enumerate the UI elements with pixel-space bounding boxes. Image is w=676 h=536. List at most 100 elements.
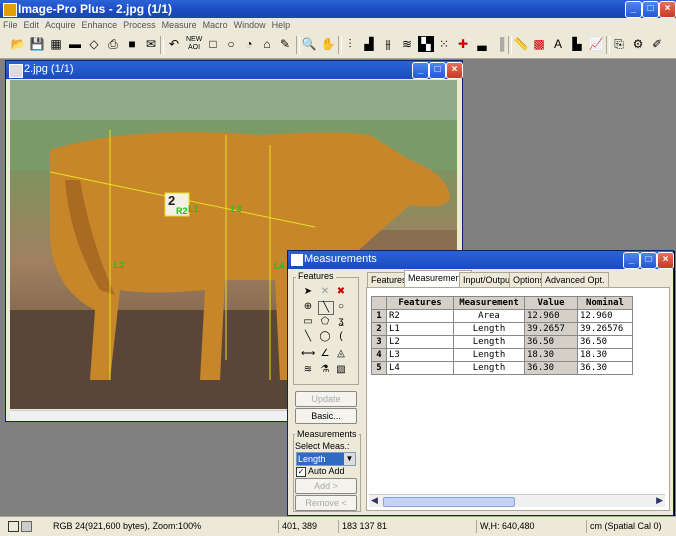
meas-minimize-button[interactable]: _ <box>623 252 640 269</box>
image-minimize-button[interactable]: _ <box>412 62 429 79</box>
undo-icon[interactable]: ↶ <box>166 36 182 52</box>
table-row[interactable]: 1 R2 Area 12.960 12.960 <box>371 309 633 323</box>
color-icon[interactable]: ▩ <box>531 36 547 52</box>
toolbar-separator <box>508 36 512 54</box>
auto-add-checkbox[interactable]: ✓ <box>296 467 306 477</box>
maximize-button[interactable]: □ <box>642 1 659 18</box>
meas-close-button[interactable]: × <box>657 252 674 269</box>
rectangle-icon[interactable]: □ <box>205 36 221 52</box>
feature-cell: R2 <box>386 309 454 323</box>
column-header[interactable]: Nominal <box>577 296 633 310</box>
chart-icon[interactable]: ▙ <box>569 36 585 52</box>
ellipse-icon[interactable]: ○ <box>223 36 239 52</box>
polygon-icon[interactable]: ⌂ <box>259 36 275 52</box>
nominal-cell: 36.50 <box>577 335 633 349</box>
menu-enhance[interactable]: Enhance <box>79 18 121 32</box>
line-icon[interactable]: ╲ <box>318 301 334 315</box>
open-icon[interactable]: 📂 <box>10 36 26 52</box>
scroll-thumb[interactable] <box>383 497 515 507</box>
clear-features-icon[interactable]: ✖ <box>334 286 348 298</box>
macro-icon[interactable]: ⚙ <box>630 36 646 52</box>
tab-input-output[interactable]: Input/Output <box>459 272 517 288</box>
delete-feature-icon[interactable]: ✕ <box>318 286 332 298</box>
irregular-icon[interactable]: ◔ <box>241 36 257 52</box>
grid-icon[interactable]: ▦ <box>48 36 64 52</box>
value-cell: 18.30 <box>524 348 578 362</box>
nominal-cell: 39.26576 <box>577 322 633 336</box>
minimize-button[interactable]: _ <box>625 1 642 18</box>
export-icon[interactable]: ⎘ <box>611 36 627 52</box>
table-row[interactable]: 4 L3 Length 18.30 18.30 <box>371 348 633 362</box>
chevron-down-icon[interactable]: ▼ <box>344 453 355 465</box>
value-cell: 36.50 <box>524 335 578 349</box>
histogram-icon[interactable]: ▟ <box>361 36 377 52</box>
column-header[interactable]: Measurement <box>453 296 525 310</box>
eraser-icon[interactable]: ◇ <box>86 36 102 52</box>
menu-window[interactable]: Window <box>231 18 269 32</box>
table-row[interactable]: 2 L1 Length 39.2657 39.26576 <box>371 322 633 336</box>
column-header[interactable]: Features <box>386 296 454 310</box>
zoom-icon[interactable]: 🔍 <box>301 36 317 52</box>
auto-trace-icon[interactable]: ≋ <box>301 364 315 376</box>
save-icon[interactable]: 💾 <box>29 36 45 52</box>
levels-icon[interactable]: ⫶ <box>342 36 358 52</box>
arc-icon[interactable]: ( <box>334 331 348 343</box>
basic-button[interactable]: Basic... <box>295 408 357 424</box>
add-button[interactable]: Add > <box>295 478 357 494</box>
table-row[interactable]: 3 L2 Length 36.50 36.50 <box>371 335 633 349</box>
pencil-icon[interactable]: ✎ <box>277 36 293 52</box>
table-hscrollbar[interactable]: ◀ ▶ <box>369 494 665 507</box>
close-button[interactable]: × <box>659 1 676 18</box>
book-icon[interactable]: ■ <box>124 36 140 52</box>
remove-button[interactable]: Remove < <box>295 495 357 511</box>
image-close-button[interactable]: × <box>446 62 463 79</box>
row-number: 4 <box>371 348 387 362</box>
select-meas-dropdown[interactable]: Length ▼ <box>296 452 356 466</box>
graph-icon[interactable]: 📈 <box>588 36 604 52</box>
angle-icon[interactable]: ∠ <box>318 348 332 360</box>
point-icon[interactable]: ⊕ <box>301 301 315 313</box>
freehand-icon[interactable]: ʓ <box>334 316 348 328</box>
rect-tool-icon[interactable]: ▭ <box>301 316 315 328</box>
dots-grid-icon[interactable]: ⁙ <box>436 36 452 52</box>
menu-macro[interactable]: Macro <box>200 18 231 32</box>
camera-icon[interactable]: ▬ <box>67 36 83 52</box>
menu-file[interactable]: File <box>0 18 21 32</box>
layers-icon[interactable]: ≋ <box>399 36 415 52</box>
new-aoi-icon[interactable]: NEW AOI <box>186 36 202 52</box>
wand-icon[interactable]: ⚗ <box>318 364 332 376</box>
sliders-icon[interactable]: ⫵ <box>380 36 396 52</box>
select-arrow-icon[interactable]: ➤ <box>301 286 315 298</box>
image-maximize-button[interactable]: □ <box>429 62 446 79</box>
mail-icon[interactable]: ✉ <box>143 36 159 52</box>
area-icon[interactable]: ◬ <box>334 348 348 360</box>
circle-icon[interactable]: ○ <box>334 301 348 313</box>
scroll-left-icon[interactable]: ◀ <box>371 495 378 506</box>
polygon-tool-icon[interactable]: ⬠ <box>318 316 332 328</box>
app-titlebar: Image-Pro Plus - 2.jpg (1/1) _ □ × <box>0 0 676 18</box>
update-button[interactable]: Update <box>295 391 357 407</box>
ellipse-tool-icon[interactable]: ◯ <box>318 331 332 343</box>
menu-acquire[interactable]: Acquire <box>42 18 79 32</box>
contrast-icon[interactable]: ▚ <box>418 36 434 52</box>
meas-maximize-button[interactable]: □ <box>640 252 657 269</box>
menu-measure[interactable]: Measure <box>159 18 200 32</box>
menu-edit[interactable]: Edit <box>21 18 43 32</box>
tab-advanced-options[interactable]: Advanced Opt. <box>541 272 609 288</box>
nominal-cell: 36.30 <box>577 361 633 375</box>
diagonal-icon[interactable]: ╲ <box>301 331 315 343</box>
highlight-icon[interactable]: ✐ <box>649 36 665 52</box>
menu-help[interactable]: Help <box>269 18 294 32</box>
bar-icon[interactable]: ▃ <box>474 36 490 52</box>
scroll-right-icon[interactable]: ▶ <box>656 495 663 506</box>
column-header[interactable]: Value <box>524 296 578 310</box>
print-icon[interactable]: ⎙ <box>105 36 121 52</box>
menu-process[interactable]: Process <box>120 18 159 32</box>
ruler-icon[interactable]: 📏 <box>513 36 529 52</box>
pattern-icon[interactable]: ▧ <box>334 364 348 376</box>
hand-icon[interactable]: ✋ <box>320 36 336 52</box>
caliper-icon[interactable]: ⟷ <box>301 348 315 360</box>
count-icon[interactable]: ✚ <box>455 36 471 52</box>
table-row[interactable]: 5 L4 Length 36.30 36.30 <box>371 361 633 375</box>
text-icon[interactable]: A <box>550 36 566 52</box>
